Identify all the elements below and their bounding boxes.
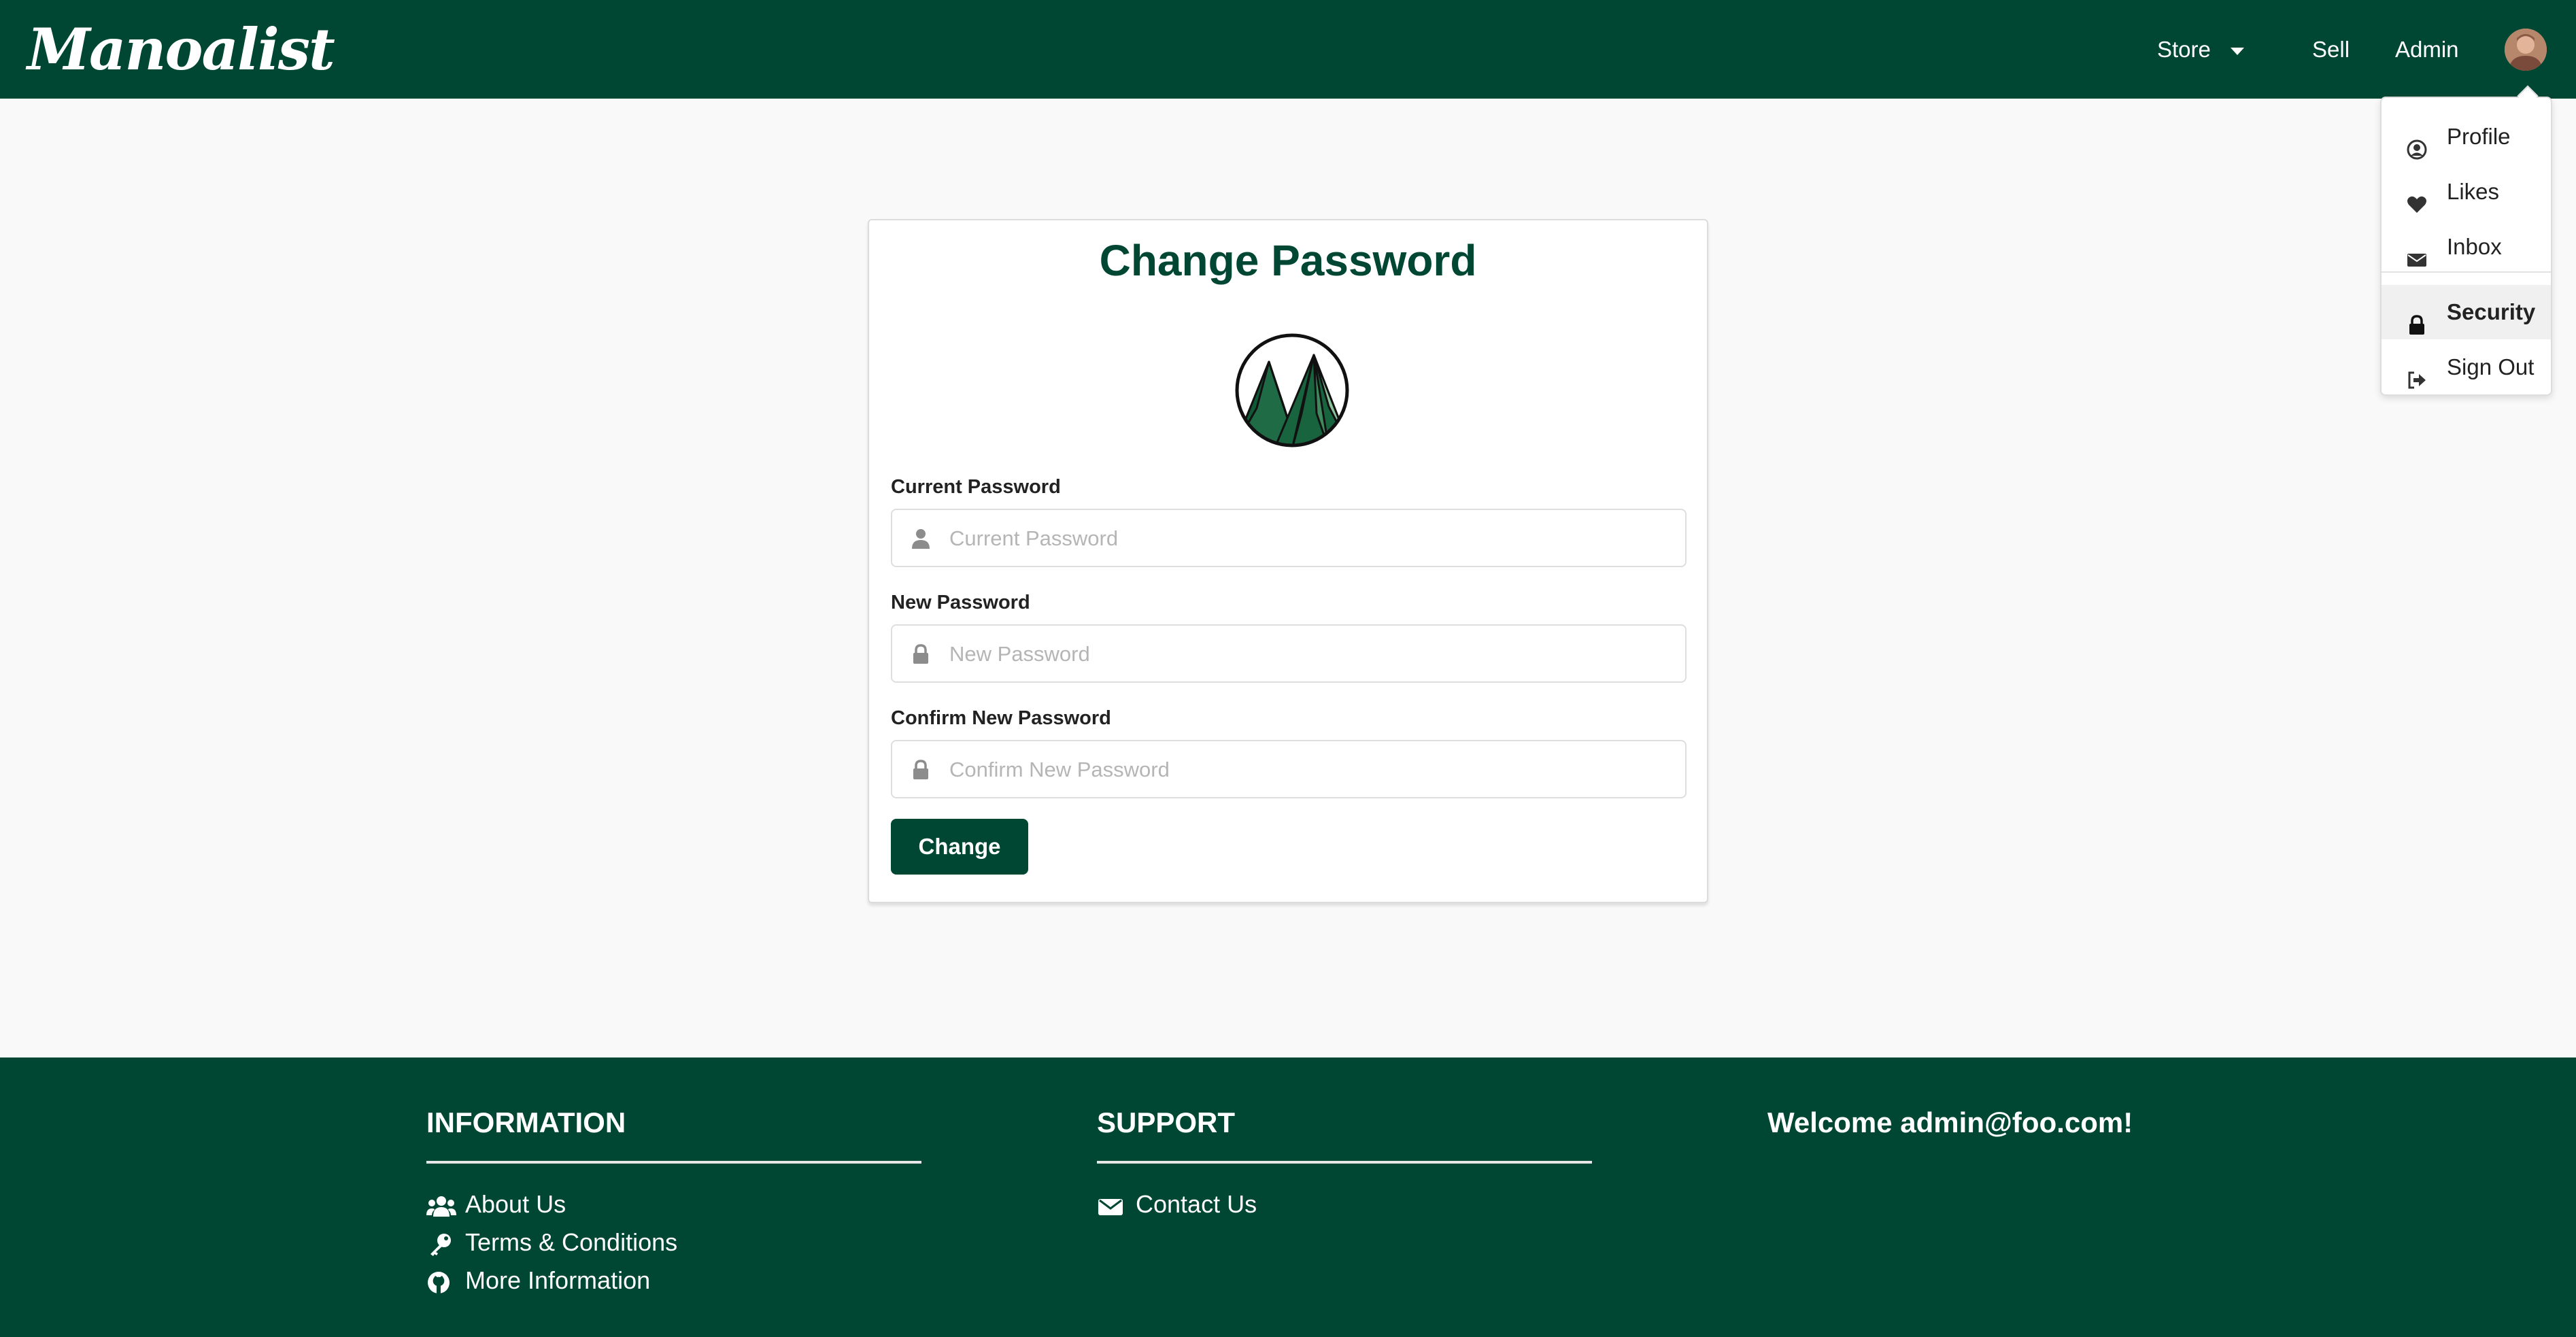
new-password-label: New Password [891,592,1030,613]
confirm-password-input[interactable] [949,754,1670,786]
menu-item-label: Sign Out [2447,354,2535,379]
footer-information-heading: INFORMATION [426,1106,626,1138]
mountain-logo-icon [1235,333,1349,447]
avatar-photo [2505,29,2547,71]
change-password-card: Change Password Current Password New Pas… [868,219,1708,903]
menu-item-likes[interactable]: Likes [2382,165,2551,219]
envelope-icon [2406,236,2428,267]
confirm-password-field [891,740,1687,798]
users-icon [426,1193,456,1217]
new-password-input[interactable] [949,638,1670,671]
confirm-password-label: Confirm New Password [891,707,1111,729]
sign-out-icon [2406,356,2428,389]
user-dropdown-menu: Profile Likes Inbox Security Sign Out [2380,85,2552,396]
footer-support-heading: SUPPORT [1097,1106,1236,1138]
user-avatar[interactable] [2505,29,2547,71]
page-title: Change Password [1099,236,1477,285]
envelope-icon [1097,1193,1124,1216]
key-icon [426,1231,454,1256]
new-password-field [891,624,1687,683]
caret-down-icon [2231,48,2244,55]
user-circle-icon [2406,126,2428,160]
current-password-input[interactable] [949,522,1670,555]
current-password-label: Current Password [891,476,1061,498]
github-icon [426,1269,454,1293]
top-navbar: Manoalist Store Sell Admin [0,0,2576,99]
current-password-field [891,509,1687,567]
nav-store-label: Store [2157,37,2211,62]
brand-logo[interactable]: Manoalist [27,12,335,87]
menu-item-sign-out[interactable]: Sign Out [2382,340,2551,394]
menu-item-inbox[interactable]: Inbox [2382,220,2551,274]
menu-item-label: Inbox [2447,234,2502,259]
footer-welcome-text: Welcome admin@foo.com! [1767,1106,2133,1138]
user-icon [910,528,932,549]
menu-item-profile[interactable]: Profile [2382,109,2551,164]
change-button[interactable]: Change [891,819,1028,875]
nav-store-dropdown[interactable]: Store [2157,33,2244,67]
menu-item-label: Security [2447,299,2536,324]
footer-link-label: Terms & Conditions [465,1228,678,1256]
lock-icon [910,643,932,665]
lock-icon [2406,301,2428,335]
heart-icon [2406,181,2428,213]
nav-sell-link[interactable]: Sell [2312,33,2350,67]
footer-divider [1097,1161,1592,1164]
footer-link-label: Contact Us [1136,1190,1257,1218]
footer-divider [426,1161,921,1164]
footer: INFORMATION About Us Terms & Conditions [0,1057,2576,1337]
menu-divider [2382,271,2551,273]
menu-item-security[interactable]: Security [2382,285,2551,339]
footer-link-label: More Information [465,1266,651,1294]
menu-item-label: Likes [2447,179,2500,204]
menu-item-label: Profile [2447,124,2511,149]
footer-link-label: About Us [465,1190,566,1218]
lock-icon [910,759,932,781]
nav-admin-link[interactable]: Admin [2395,33,2459,67]
